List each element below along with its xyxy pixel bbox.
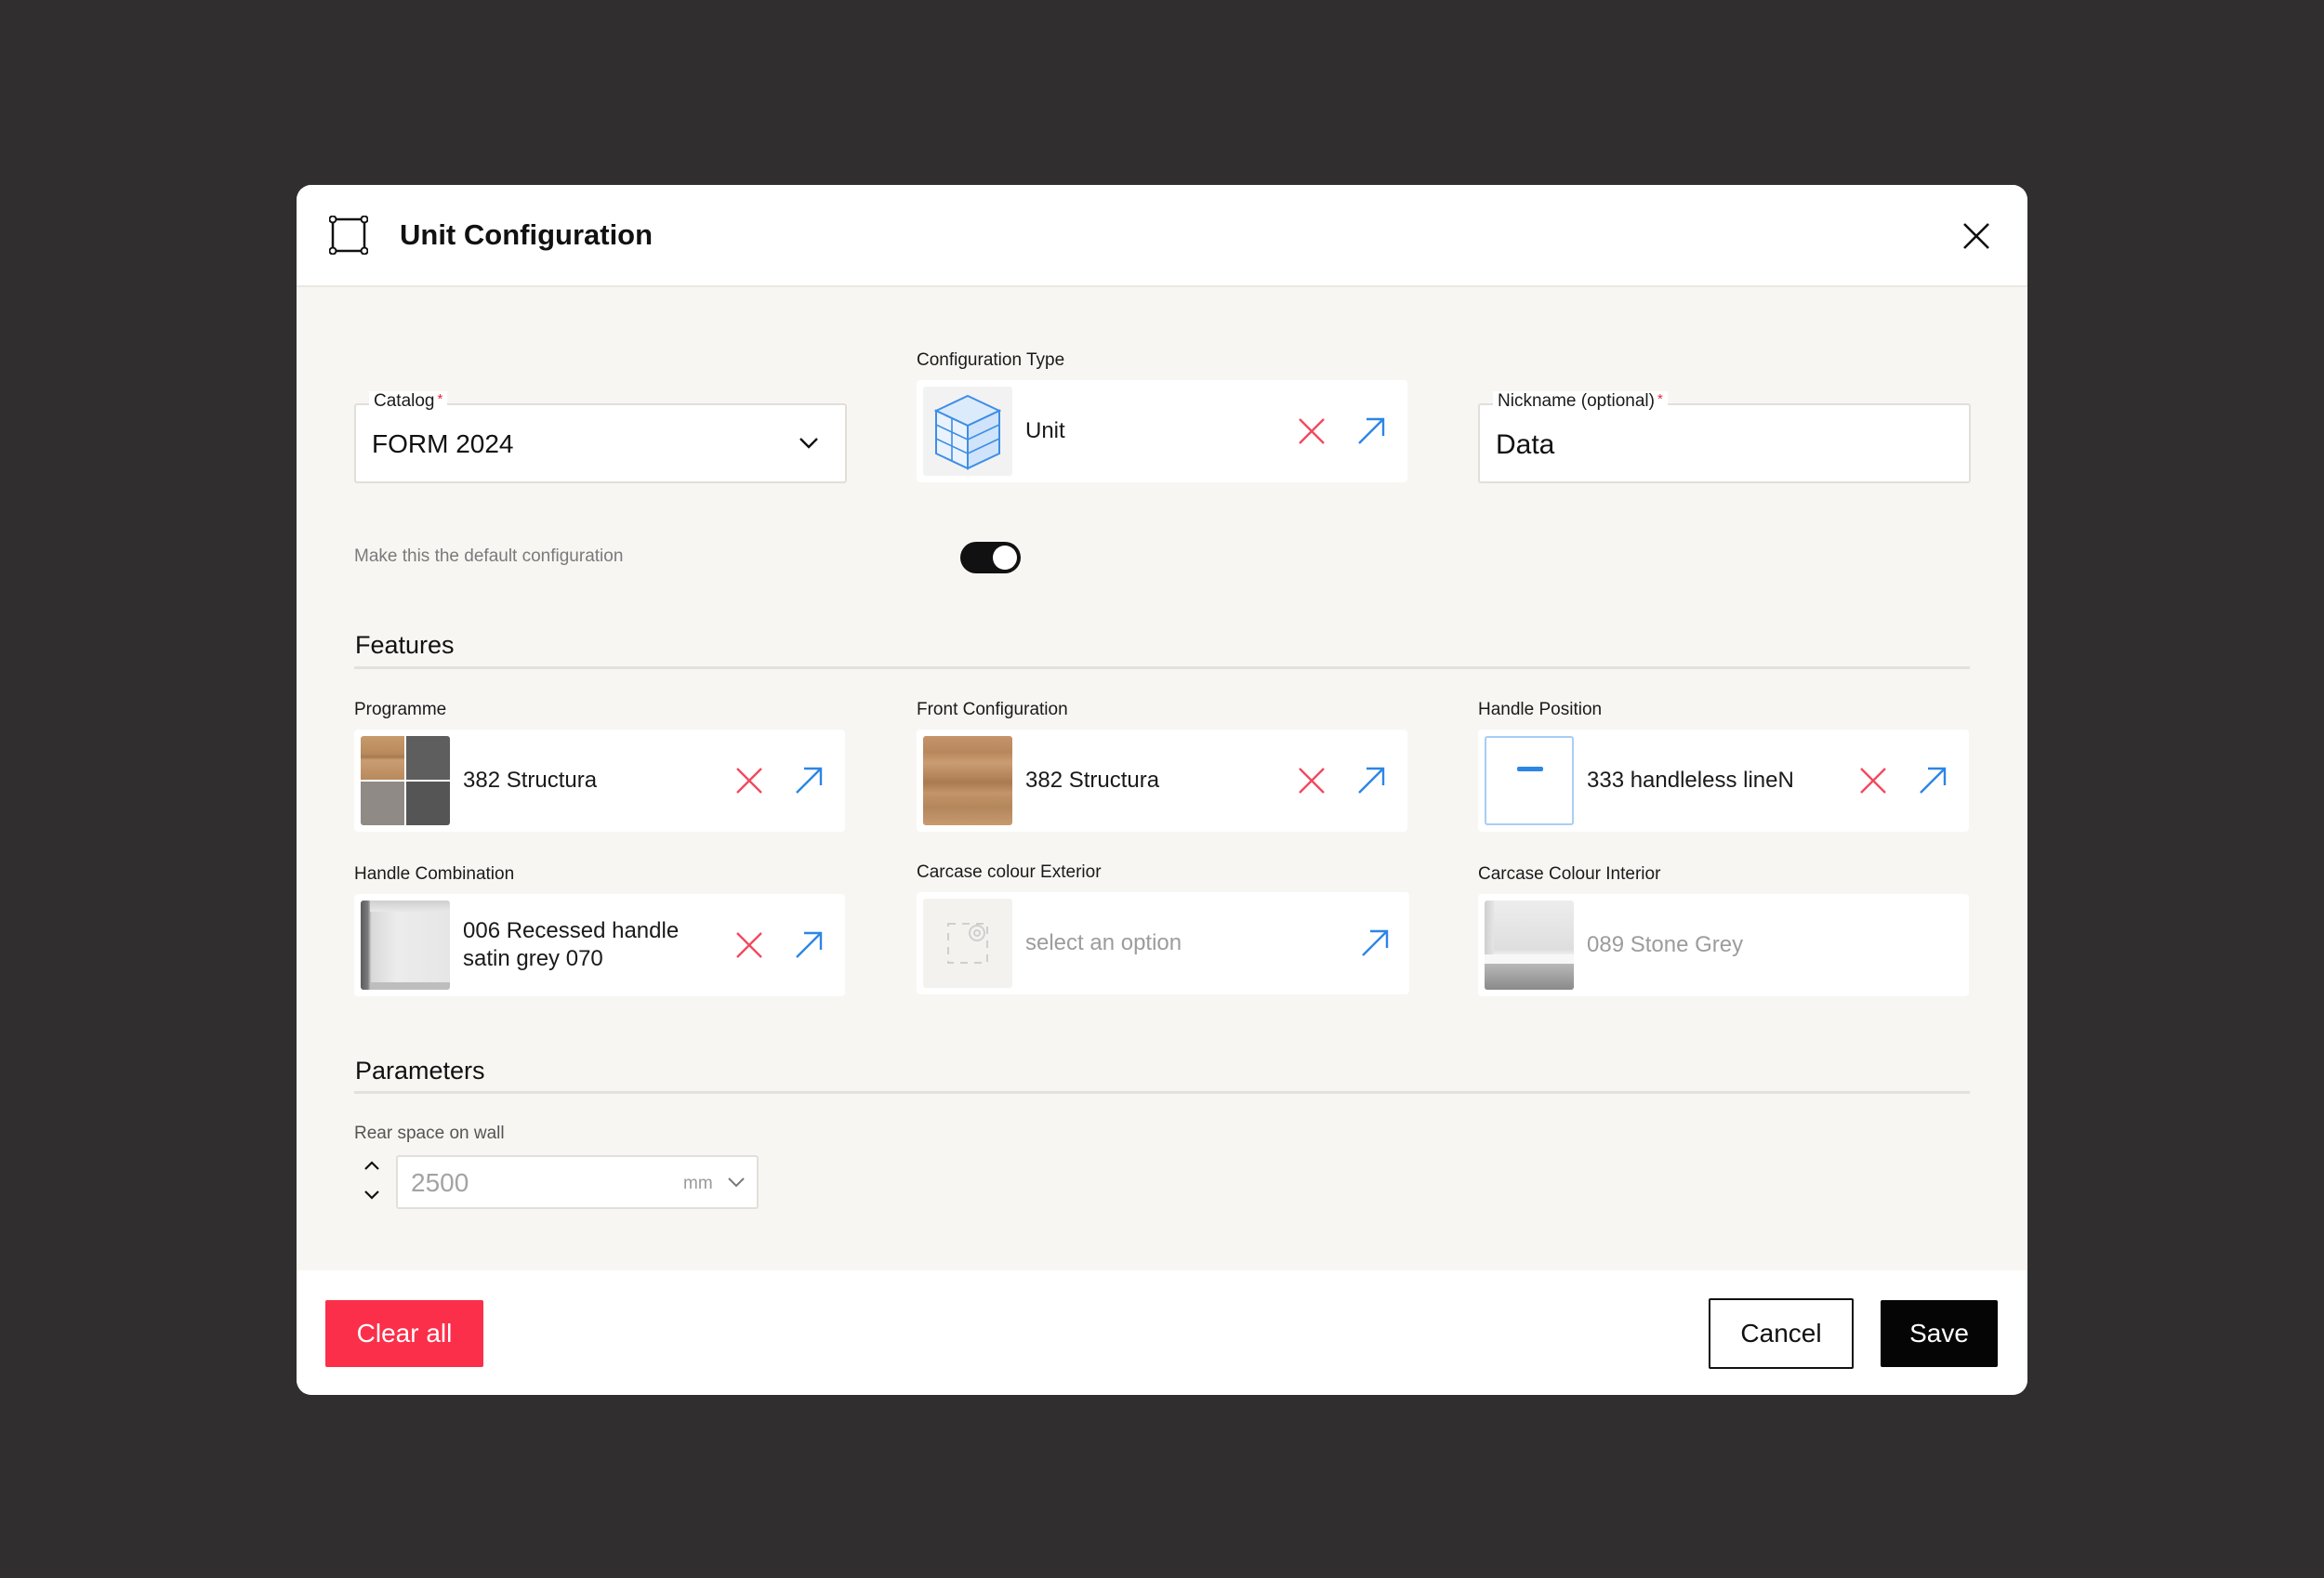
- handle-combination-value: 006 Recessed handle satin grey 070: [463, 917, 679, 973]
- handle-position-value: 333 handleless lineN: [1587, 768, 1794, 793]
- handle-position-label: Handle Position: [1478, 700, 1603, 719]
- open-arrow-icon[interactable]: [1917, 765, 1948, 796]
- configuration-type-card[interactable]: Unit: [917, 380, 1407, 482]
- unit-cube-icon: [933, 394, 1002, 470]
- remove-icon[interactable]: [1296, 415, 1327, 447]
- carcase-interior-card: 089 Stone Grey: [1478, 894, 1969, 996]
- programme-thumbnail: [361, 736, 450, 825]
- handle-combination-label: Handle Combination: [354, 864, 515, 884]
- unit-label: mm: [683, 1174, 713, 1193]
- handle-combination-value-line2: satin grey 070: [463, 946, 603, 971]
- nickname-value: Data: [1496, 429, 1555, 460]
- chevron-down-icon[interactable]: [727, 1176, 746, 1189]
- remove-icon[interactable]: [733, 929, 765, 961]
- rear-space-value: 2500: [411, 1168, 469, 1197]
- remove-icon[interactable]: [733, 765, 765, 796]
- carcase-interior-thumbnail: [1485, 901, 1574, 990]
- configuration-type-label: Configuration Type: [917, 350, 1065, 370]
- parameters-divider: [354, 1091, 1970, 1094]
- dialog-footer: Clear all Cancel Save: [297, 1270, 2027, 1395]
- placeholder-gear-icon: [947, 923, 988, 964]
- default-configuration-label: Make this the default configuration: [354, 546, 624, 566]
- carcase-exterior-card[interactable]: select an option: [917, 892, 1409, 994]
- features-divider: [354, 666, 1970, 669]
- front-configuration-value: 382 Structura: [1025, 768, 1160, 793]
- carcase-interior-label: Carcase Colour Interior: [1478, 864, 1661, 884]
- close-icon[interactable]: [1961, 220, 1992, 252]
- carcase-exterior-value: select an option: [1025, 930, 1182, 955]
- front-configuration-thumbnail: [923, 736, 1012, 825]
- chevron-down-icon: [799, 438, 818, 449]
- open-arrow-icon[interactable]: [793, 929, 825, 961]
- unit-cube-thumbnail: [923, 387, 1012, 476]
- dialog-title: Unit Configuration: [400, 218, 654, 251]
- features-title: Features: [355, 631, 455, 659]
- front-configuration-card[interactable]: 382 Structura: [917, 730, 1407, 832]
- unit-configuration-dialog: Unit Configuration Catalog * FORM 2024 Co…: [297, 185, 2027, 1395]
- handle-combination-value-line1: 006 Recessed handle: [463, 918, 680, 943]
- save-button[interactable]: Save: [1881, 1300, 1998, 1367]
- dialog-header: Unit Configuration: [297, 185, 2027, 287]
- remove-icon[interactable]: [1296, 765, 1327, 796]
- programme-value: 382 Structura: [463, 768, 598, 793]
- open-arrow-icon[interactable]: [1359, 927, 1391, 959]
- rear-space-label: Rear space on wall: [354, 1124, 505, 1143]
- programme-card[interactable]: 382 Structura: [354, 730, 845, 832]
- cancel-button[interactable]: Cancel: [1709, 1298, 1854, 1369]
- rear-space-input[interactable]: 2500 mm: [396, 1155, 759, 1209]
- parameters-title: Parameters: [355, 1057, 485, 1085]
- configuration-type-value: Unit: [1025, 418, 1065, 443]
- open-arrow-icon[interactable]: [793, 765, 825, 796]
- nickname-field[interactable]: Nickname (optional) * Data: [1478, 391, 1971, 483]
- carcase-exterior-placeholder: [923, 899, 1012, 988]
- toggle-knob: [993, 546, 1017, 570]
- remove-icon[interactable]: [1857, 765, 1889, 796]
- catalog-select[interactable]: Catalog * FORM 2024: [354, 391, 847, 483]
- handle-combination-thumbnail: [361, 901, 450, 990]
- frame-icon: [329, 216, 368, 255]
- default-configuration-toggle[interactable]: [960, 542, 1021, 573]
- carcase-exterior-label: Carcase colour Exterior: [917, 862, 1102, 882]
- stepper-up-icon[interactable]: [363, 1159, 380, 1172]
- open-arrow-icon[interactable]: [1355, 415, 1387, 447]
- carcase-interior-value: 089 Stone Grey: [1587, 932, 1744, 957]
- handle-position-card[interactable]: 333 handleless lineN: [1478, 730, 1969, 832]
- catalog-value: FORM 2024: [372, 429, 514, 458]
- front-configuration-label: Front Configuration: [917, 700, 1068, 719]
- catalog-label: Catalog *: [369, 391, 448, 412]
- clear-all-button[interactable]: Clear all: [325, 1300, 483, 1367]
- open-arrow-icon[interactable]: [1355, 765, 1387, 796]
- stepper-down-icon[interactable]: [363, 1189, 380, 1202]
- programme-label: Programme: [354, 700, 447, 719]
- handle-position-icon: [1485, 736, 1574, 825]
- nickname-label: Nickname (optional) *: [1493, 391, 1668, 412]
- handle-combination-card[interactable]: 006 Recessed handle satin grey 070: [354, 894, 845, 996]
